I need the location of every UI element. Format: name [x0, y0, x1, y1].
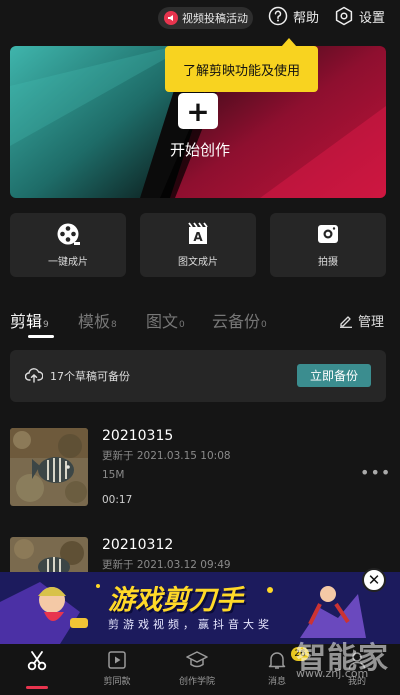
fish-coral-thumbnail	[10, 428, 88, 506]
close-banner-button[interactable]: ✕	[362, 568, 386, 592]
draft-tabs: 剪辑9 模板8 图文0 云备份0	[10, 308, 390, 340]
tab-label: 剪辑	[10, 312, 43, 331]
draft-updated-time: 更新于 2021.03.12 09:49	[102, 559, 231, 571]
manage-button[interactable]: 管理	[339, 311, 384, 330]
more-options-icon[interactable]: •••	[360, 463, 391, 482]
draft-size: 15M	[102, 469, 125, 481]
promo-activity-label: 视频投稿活动	[182, 12, 248, 25]
bell-icon	[268, 652, 286, 669]
watermark-url: www.znj.com	[296, 667, 369, 680]
tab-count: 9	[43, 320, 49, 330]
promo-activity-button[interactable]: 视频投稿活动	[158, 7, 253, 29]
backup-now-button[interactable]: 立即备份	[297, 364, 371, 387]
tab-count: 8	[111, 320, 117, 330]
tab-label: 云备份	[212, 312, 261, 331]
svg-text:A: A	[193, 230, 203, 244]
fish-coral-thumbnail	[10, 537, 88, 577]
nav-academy[interactable]: 创作学院	[162, 650, 232, 687]
play-video-icon	[108, 651, 126, 669]
text-to-video-icon: A	[188, 222, 208, 244]
edit-pencil-icon	[340, 315, 352, 328]
graduation-cap-icon	[186, 651, 208, 668]
start-creating-label: 开始创作	[169, 141, 230, 159]
plus-icon[interactable]: +	[178, 93, 218, 129]
help-label: 帮助	[293, 10, 320, 26]
help-tooltip[interactable]: 了解剪映功能及使用	[165, 46, 318, 92]
film-reel-icon	[57, 223, 80, 245]
quick-action-label: 一键成片	[48, 257, 88, 268]
active-tab-indicator	[28, 335, 54, 338]
tab-image-text[interactable]: 图文0	[146, 308, 185, 332]
quick-action-label: 拍摄	[318, 257, 338, 268]
backup-count-text: 17个草稿可备份	[50, 370, 130, 383]
draft-duration: 00:17	[102, 494, 133, 506]
manage-label: 管理	[358, 315, 385, 330]
megaphone-icon	[164, 11, 178, 25]
quick-action-camera[interactable]: 拍摄	[270, 213, 386, 277]
tab-count: 0	[179, 320, 185, 330]
draft-thumbnail[interactable]	[10, 537, 88, 577]
question-circle-icon	[268, 6, 288, 26]
draft-title: 20210312	[102, 537, 174, 553]
tab-cloud-backup[interactable]: 云备份0	[212, 308, 267, 332]
active-nav-indicator	[26, 686, 48, 689]
camera-icon	[318, 225, 338, 243]
cloud-upload-icon	[25, 368, 43, 383]
top-bar: 视频投稿活动 帮助 设置	[0, 0, 400, 36]
tab-edit[interactable]: 剪辑9	[10, 308, 49, 332]
help-button[interactable]: 帮助	[268, 6, 319, 26]
banner-title: 游戏剪刀手	[108, 585, 243, 616]
quick-action-label: 图文成片	[178, 257, 218, 268]
nav-edit[interactable]	[2, 650, 72, 672]
tab-label: 图文	[146, 312, 179, 331]
tab-templates[interactable]: 模板8	[78, 308, 117, 332]
tab-label: 模板	[78, 312, 111, 331]
banner-subtitle: 剪游戏视频，赢抖音大奖	[108, 618, 273, 631]
nav-templates[interactable]: 剪同款	[82, 650, 152, 687]
scissors-icon	[27, 651, 47, 671]
settings-button[interactable]: 设置	[334, 6, 385, 26]
quick-action-text-to-video[interactable]: A 图文成片	[140, 213, 256, 277]
draft-thumbnail[interactable]	[10, 428, 88, 506]
nav-label: 创作学院	[178, 677, 215, 687]
nav-label: 剪同款	[103, 677, 131, 687]
settings-label: 设置	[359, 10, 386, 26]
quick-action-one-click-video[interactable]: 一键成片	[10, 213, 126, 277]
nav-label: 消息	[267, 677, 286, 687]
gear-icon	[335, 6, 353, 26]
draft-title: 20210315	[102, 428, 174, 444]
tab-count: 0	[261, 320, 267, 330]
draft-updated-time: 更新于 2021.03.15 10:08	[102, 450, 231, 462]
